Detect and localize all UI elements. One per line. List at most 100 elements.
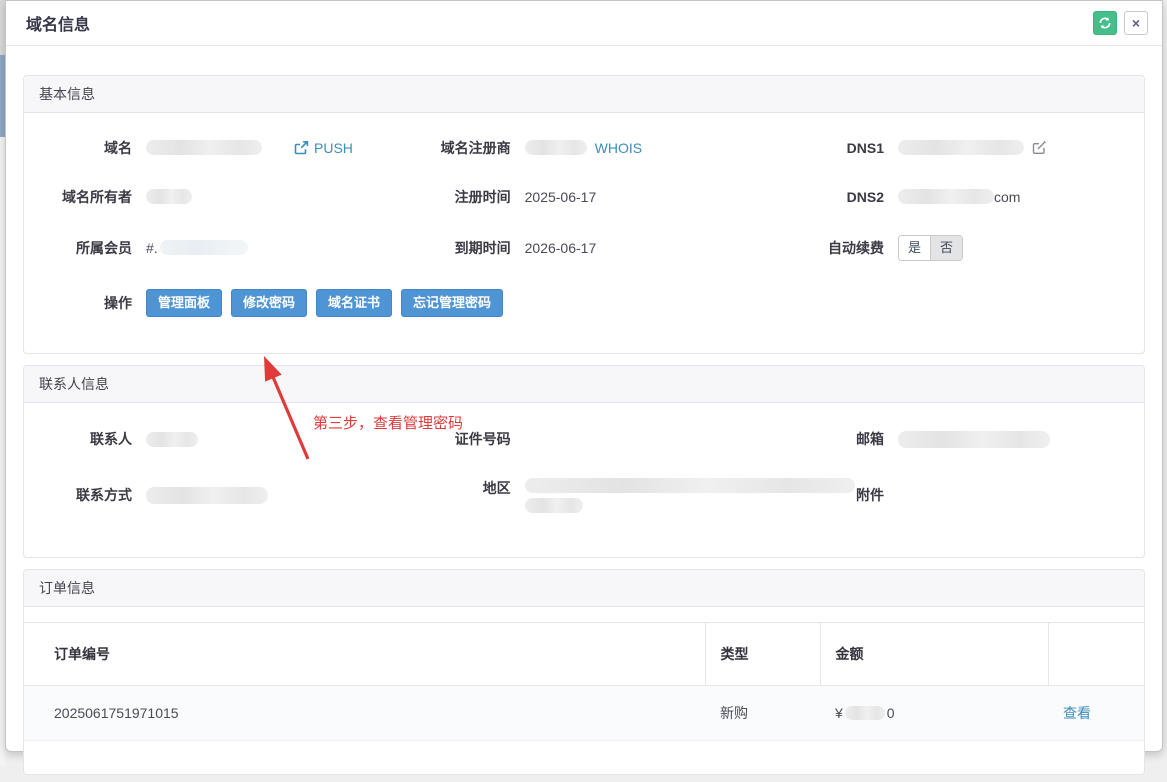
action-column-header bbox=[1048, 622, 1144, 685]
registrar-label: 域名注册商 bbox=[441, 138, 511, 158]
field-reg-time: 注册时间 2025-06-17 bbox=[441, 186, 799, 207]
amount-suffix: 0 bbox=[887, 705, 895, 721]
order-amount-cell: ¥ 0 bbox=[820, 685, 1048, 740]
domain-certificate-button[interactable]: 域名证书 bbox=[316, 289, 392, 317]
order-type-cell: 新购 bbox=[705, 685, 820, 740]
basic-row-4: 操作 管理面板 修改密码 域名证书 忘记管理密码 bbox=[24, 289, 1144, 317]
field-actions: 操作 管理面板 修改密码 域名证书 忘记管理密码 bbox=[24, 289, 1144, 317]
basic-info-body: 域名 PUSH bbox=[24, 113, 1144, 353]
contact-row-1: 联系人 证件号码 邮箱 bbox=[24, 429, 1144, 450]
reg-time-label: 注册时间 bbox=[441, 187, 511, 207]
whois-label: WHOIS bbox=[595, 140, 642, 156]
expire-time-label: 到期时间 bbox=[441, 238, 511, 258]
dns2-label: DNS2 bbox=[799, 189, 884, 205]
domain-label: 域名 bbox=[24, 138, 132, 158]
field-auto-renew: 自动续费 是 否 bbox=[799, 235, 1144, 261]
field-member: 所属会员 #. bbox=[24, 237, 441, 258]
field-attachment: 附件 bbox=[799, 485, 1144, 506]
amount-column-header: 金额 bbox=[820, 622, 1048, 685]
dns1-value-redacted bbox=[898, 140, 1024, 155]
basic-row-1: 域名 PUSH bbox=[24, 137, 1144, 158]
field-expire-time: 到期时间 2026-06-17 bbox=[441, 237, 799, 258]
email-value-redacted bbox=[898, 431, 1050, 448]
order-no-cell: 2025061751971015 bbox=[24, 685, 705, 740]
auto-renew-label: 自动续费 bbox=[799, 238, 884, 258]
modal-header: 域名信息 × bbox=[6, 1, 1162, 46]
basic-info-heading: 基本信息 bbox=[24, 76, 1144, 113]
dns1-label: DNS1 bbox=[799, 140, 884, 156]
close-icon: × bbox=[1132, 15, 1140, 31]
field-email: 邮箱 bbox=[799, 429, 1144, 450]
basic-info-panel: 基本信息 域名 bbox=[23, 75, 1145, 354]
page-title: 域名信息 bbox=[26, 11, 1086, 35]
order-table-gap bbox=[24, 607, 1144, 622]
push-label: PUSH bbox=[314, 140, 353, 156]
order-no-column-header: 订单编号 bbox=[24, 622, 705, 685]
forgot-password-button[interactable]: 忘记管理密码 bbox=[401, 289, 503, 317]
auto-renew-no-button[interactable]: 否 bbox=[930, 236, 962, 260]
basic-row-3: 所属会员 #. 到期时间 2026-06-17 自动续费 是 bbox=[24, 235, 1144, 261]
dns-edit-button[interactable] bbox=[1032, 140, 1047, 155]
actions-label: 操作 bbox=[24, 293, 132, 313]
region-label: 地区 bbox=[441, 478, 511, 498]
owner-label: 域名所有者 bbox=[24, 187, 132, 207]
region-value-redacted-line2 bbox=[525, 498, 583, 513]
modal-body: 基本信息 域名 bbox=[6, 46, 1162, 782]
push-icon bbox=[294, 141, 309, 155]
close-button[interactable]: × bbox=[1124, 11, 1148, 35]
contact-value-redacted bbox=[146, 432, 198, 447]
change-password-button[interactable]: 修改密码 bbox=[231, 289, 307, 317]
annotation-text: 第三步，查看管理密码 bbox=[313, 412, 463, 433]
contact-info-panel: 联系人信息 联系人 证件号码 邮箱 bbox=[23, 365, 1145, 558]
annotation-arrow bbox=[246, 346, 326, 466]
contact-label: 联系人 bbox=[24, 429, 132, 449]
auto-renew-toggle: 是 否 bbox=[898, 235, 963, 261]
member-value-redacted bbox=[160, 240, 248, 255]
order-info-heading: 订单信息 bbox=[24, 570, 1144, 607]
order-info-panel: 订单信息 订单编号 类型 金额 2025061751971015 bbox=[23, 569, 1145, 775]
domain-value-redacted bbox=[146, 140, 262, 155]
amount-value-redacted bbox=[845, 706, 885, 720]
contact-info-heading: 联系人信息 bbox=[24, 366, 1144, 403]
field-dns1: DNS1 bbox=[799, 137, 1144, 158]
field-phone: 联系方式 bbox=[24, 485, 441, 506]
attachment-label: 附件 bbox=[799, 485, 884, 505]
order-table-bottom-space bbox=[24, 741, 1144, 774]
field-registrar: 域名注册商 WHOIS bbox=[441, 137, 799, 158]
edit-icon bbox=[1032, 140, 1047, 155]
type-column-header: 类型 bbox=[705, 622, 820, 685]
phone-label: 联系方式 bbox=[24, 485, 132, 505]
reg-time-value: 2025-06-17 bbox=[525, 189, 597, 205]
dns2-value-redacted bbox=[898, 189, 994, 204]
order-table: 订单编号 类型 金额 2025061751971015 新购 bbox=[24, 622, 1144, 741]
field-region: 地区 bbox=[441, 478, 799, 513]
auto-renew-yes-button[interactable]: 是 bbox=[899, 236, 930, 260]
table-row: 2025061751971015 新购 ¥ 0 查看 bbox=[24, 685, 1144, 740]
member-prefix: #. bbox=[146, 240, 158, 256]
order-info-body: 订单编号 类型 金额 2025061751971015 新购 bbox=[24, 607, 1144, 774]
expire-time-value: 2026-06-17 bbox=[525, 240, 597, 256]
order-table-header-row: 订单编号 类型 金额 bbox=[24, 622, 1144, 685]
amount-prefix: ¥ bbox=[835, 705, 843, 721]
refresh-icon bbox=[1098, 16, 1112, 30]
registrar-value-redacted bbox=[525, 140, 587, 155]
view-order-link[interactable]: 查看 bbox=[1063, 705, 1091, 721]
whois-link[interactable]: WHOIS bbox=[595, 140, 642, 156]
order-action-cell: 查看 bbox=[1048, 685, 1144, 740]
owner-value-redacted bbox=[146, 189, 192, 204]
phone-value-redacted bbox=[146, 487, 268, 504]
dns2-suffix: com bbox=[994, 189, 1020, 205]
field-owner: 域名所有者 bbox=[24, 186, 441, 207]
field-domain: 域名 PUSH bbox=[24, 137, 441, 158]
field-dns2: DNS2 com bbox=[799, 186, 1144, 207]
email-label: 邮箱 bbox=[799, 429, 884, 449]
refresh-button[interactable] bbox=[1093, 11, 1117, 35]
basic-row-2: 域名所有者 注册时间 2025-06-17 DNS2 com bbox=[24, 186, 1144, 207]
contact-info-body: 联系人 证件号码 邮箱 联系方式 bbox=[24, 403, 1144, 557]
contact-row-2: 联系方式 地区 附件 bbox=[24, 478, 1144, 513]
manage-panel-button[interactable]: 管理面板 bbox=[146, 289, 222, 317]
domain-info-modal: 域名信息 × 基本信息 域名 bbox=[5, 0, 1163, 752]
member-label: 所属会员 bbox=[24, 238, 132, 258]
field-id-number: 证件号码 bbox=[441, 429, 799, 450]
push-link[interactable]: PUSH bbox=[294, 140, 353, 156]
